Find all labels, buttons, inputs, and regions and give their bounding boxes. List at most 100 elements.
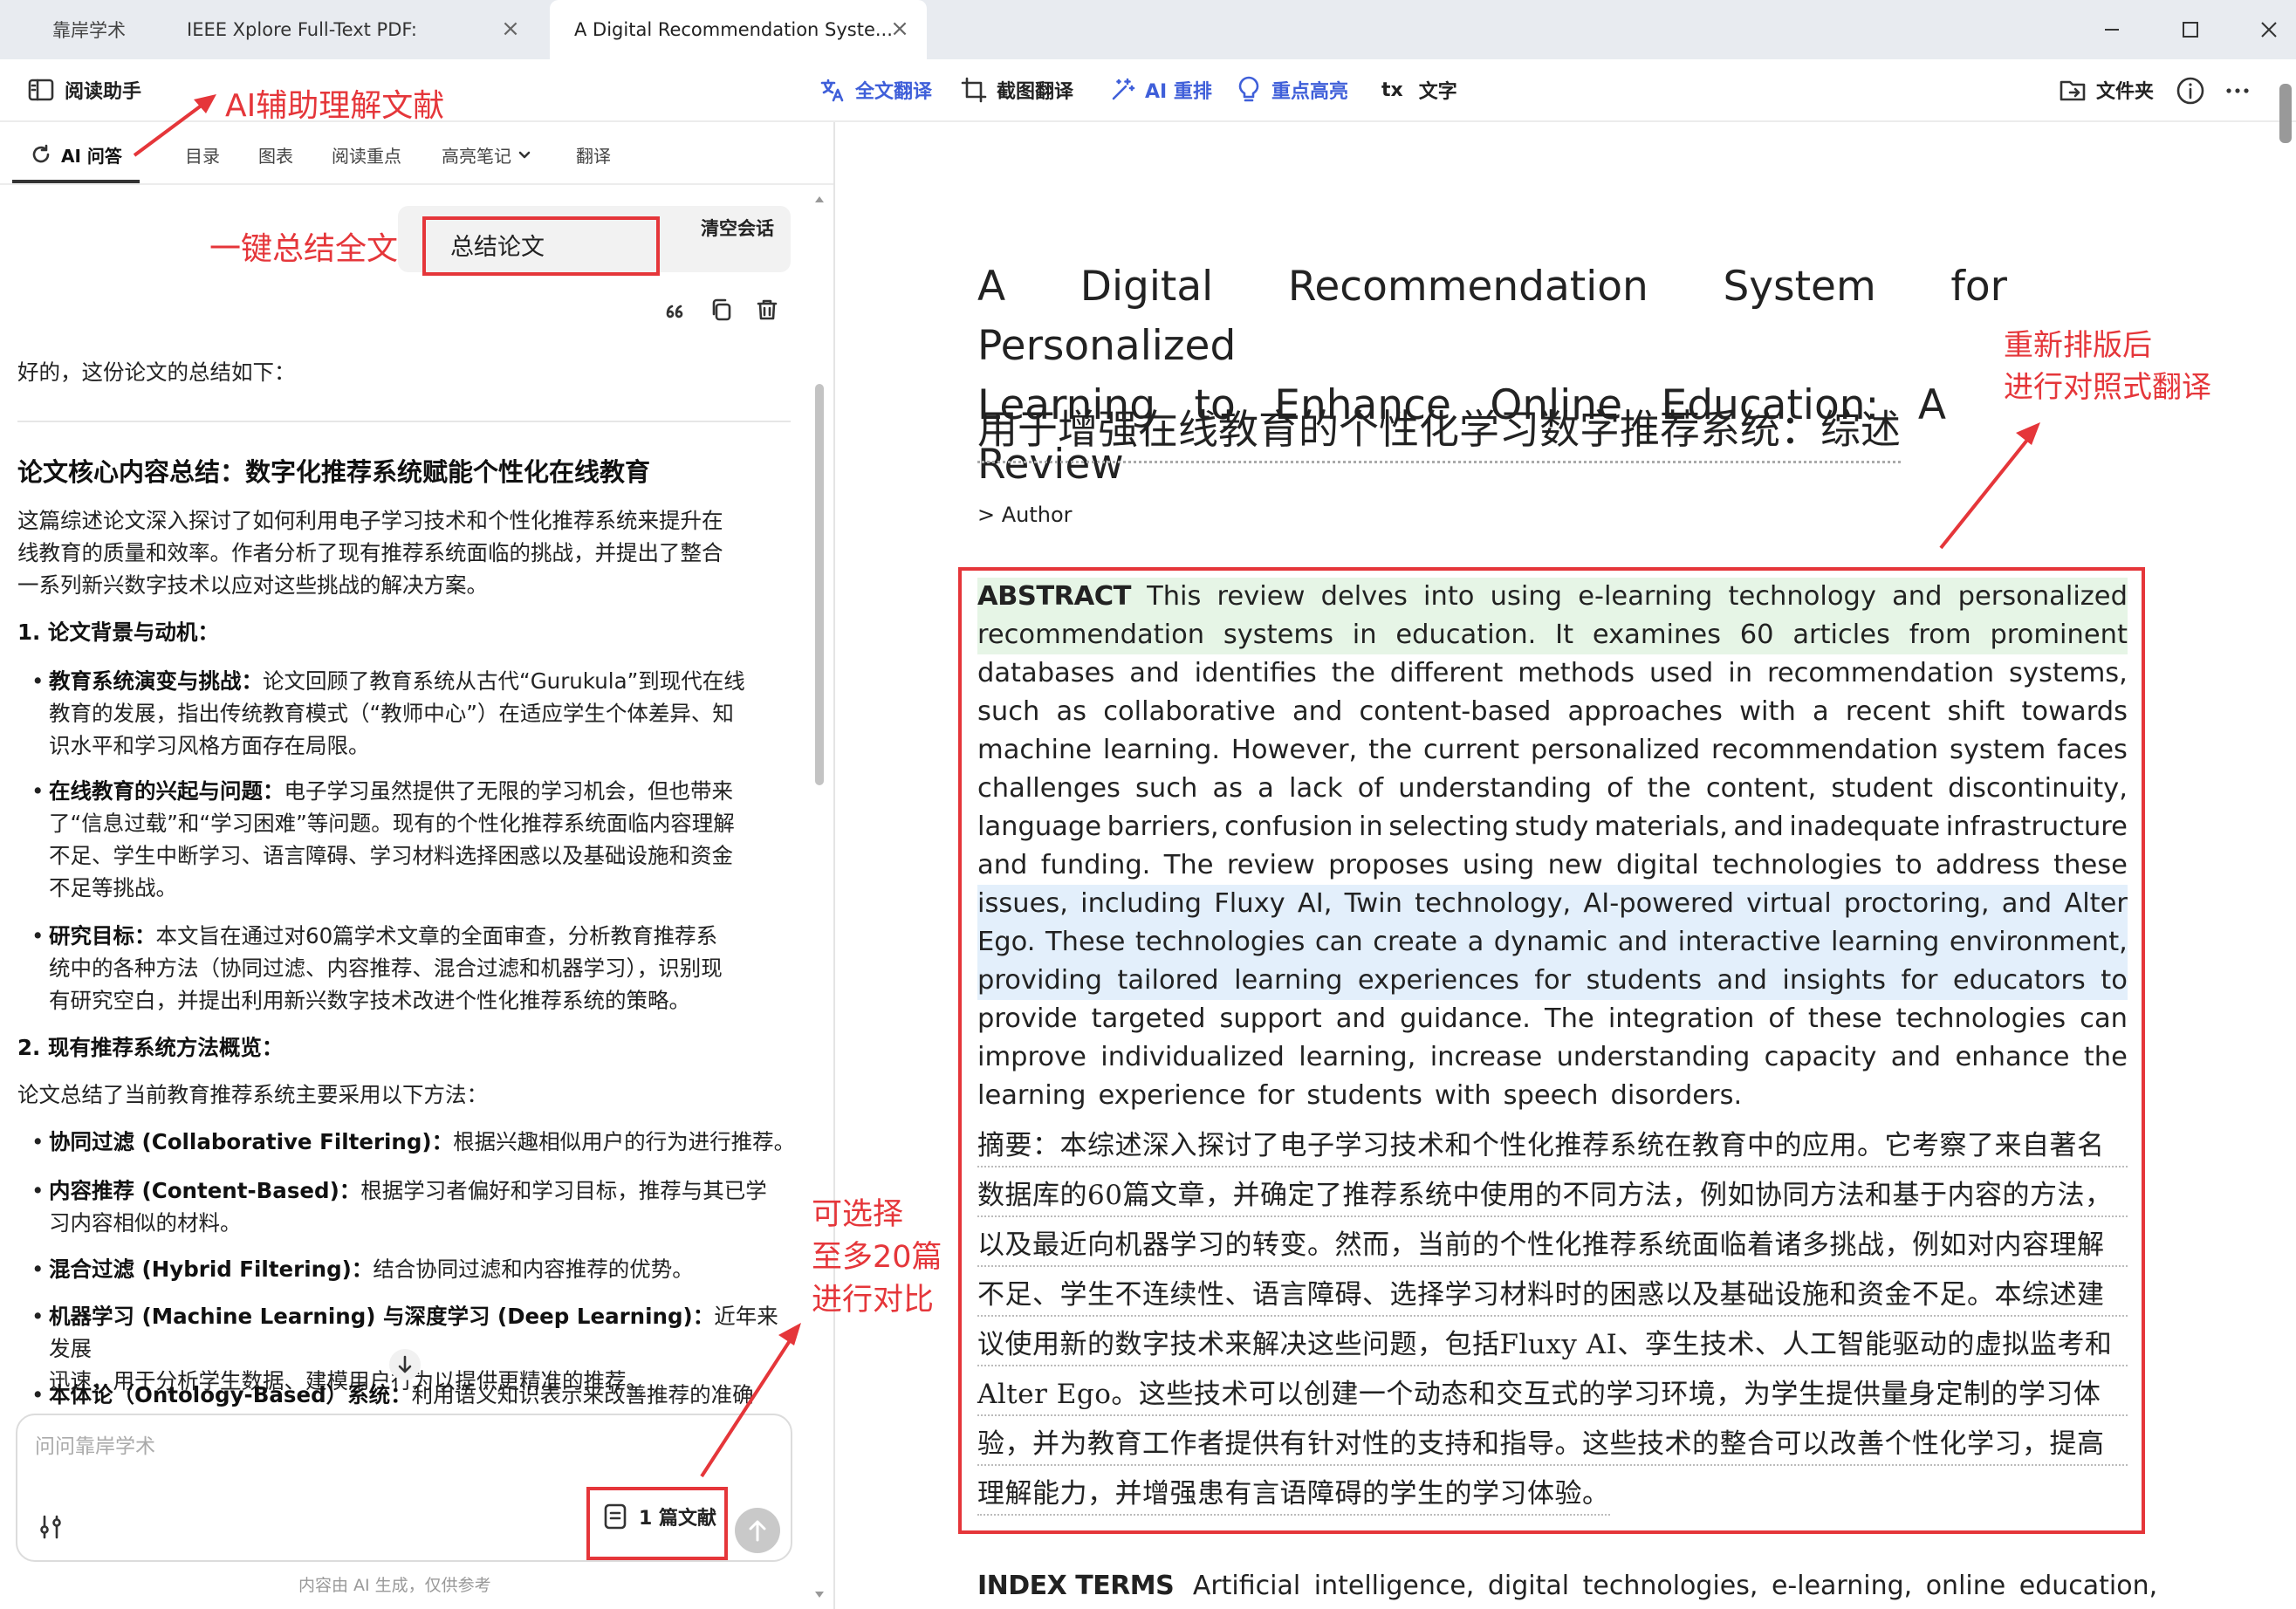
abstract-line: Ego. These technologies can create a dynamic an… [977,923,2128,962]
close-window-icon[interactable] [2251,12,2286,47]
abstract-word: technology [1728,581,1876,612]
folder-export-icon [2060,80,2086,101]
index-terms-text: Artificial intelligence, digital technol… [1192,1571,2158,1601]
abstract-line: learning experience for students with speech d… [977,1077,2128,1115]
tab-kaoan[interactable]: 靠岸学术 [52,0,148,59]
abstract-word: and [2001,888,2053,919]
translate-icon [820,79,844,102]
abstract-line: such as collaborative and content-based appro… [977,693,2128,731]
abstract-word: content, [1705,773,1817,804]
quote-icon[interactable] [661,297,689,325]
text-line: 有研究空白，并提出利用新兴数字技术改进个性化推荐系统的策略。 [49,988,690,1013]
abstract-word: as [1212,773,1244,804]
bullet-title: 协同过滤 (Collaborative Filtering)： [49,1129,454,1154]
settings-sliders-icon[interactable] [35,1511,66,1543]
delete-icon[interactable] [754,297,780,323]
document-scrollbar[interactable] [2279,84,2292,143]
screenshot-translate-label: 截图翻译 [997,81,1074,103]
maximize-icon[interactable] [2173,12,2208,47]
clear-chat-button[interactable]: 清空会话 [689,206,785,250]
minimize-icon[interactable] [2094,12,2129,47]
scroll-down-icon[interactable] [387,1347,422,1382]
info-icon[interactable] [2175,75,2206,106]
full-translate-button[interactable]: 全文翻译 [819,59,932,120]
abstract-word: proposes [1328,850,1450,880]
scroll-up-arrow-icon[interactable] [813,194,826,204]
abstract-word: capacity [1764,1042,1877,1072]
text-button[interactable]: tx 文字 [1381,59,1457,120]
abstract-word: the [1647,773,1691,804]
abstract-word: personalized [1957,581,2128,612]
section-heading: 2. 现有推荐系统方法概览： [17,1035,284,1060]
refresh-chat-icon [32,144,50,163]
text-line: 识水平和学习风格方面存在局限。 [49,733,370,758]
abstract-line: improve individualized learning, increase un… [977,1038,2128,1077]
bullet-title: 机器学习 (Machine Learning) 与深度学习 (Deep Lear… [49,1304,715,1329]
abstract-word: increase [1429,1042,1543,1072]
send-button[interactable] [735,1508,780,1553]
abstract-word: as [1056,696,1087,727]
abstract-word: the [1368,735,1413,765]
copy-icon[interactable] [709,297,735,323]
author-toggle[interactable]: > Author [977,503,1073,527]
tab-translate[interactable]: 翻译 [576,136,611,173]
tab-ieee-pdf[interactable]: IEEE Xplore Full-Text PDF: [187,0,518,59]
abstract-word: discontinuity, [1948,773,2128,804]
abstract-line: databases and identifies the different method… [977,654,2128,693]
more-icon[interactable] [2222,75,2253,106]
scroll-down-arrow-icon[interactable] [813,1590,826,1600]
screenshot-translate-button[interactable]: 截图翻译 [960,59,1073,120]
divider [17,421,791,422]
tab-charts[interactable]: 图表 [258,136,293,173]
abstract-word: from [1909,620,1971,650]
close-icon[interactable]: × [497,16,524,42]
text-line: 不足、学生中断学习、语言障碍、学习材料选择困惑以及基础设施和资金 [49,843,733,868]
abstract-word: of [1768,1003,1794,1034]
chat-scrollbar[interactable] [815,384,824,785]
tab-ai-qa-label: AI 问答 [61,145,122,167]
abstract-word: to [1895,850,1922,880]
text-format-icon: tx [1381,79,1403,101]
bullet-title: 混合过滤 (Hybrid Filtering)： [49,1256,374,1282]
abstract-word: articles [1792,620,1890,650]
sidebar-panel-icon [28,79,54,101]
folder-button[interactable]: 文件夹 [2058,59,2154,120]
section-heading: 1. 论文背景与动机： [17,620,219,645]
bullet-title: 本体论（Ontology-Based）系统： [49,1382,412,1407]
abstract-translation-line: 议使用新的数字技术来解决这些问题，包括Fluxy AI、孪生技术、人工智能驱动的… [977,1325,2128,1366]
tab-key-points[interactable]: 阅读重点 [332,136,401,173]
text-line: 根据兴趣相似用户的行为进行推荐。 [453,1129,796,1154]
tab-translate-label: 翻译 [576,145,611,167]
abstract-word: and [1733,811,1784,842]
abstract-translation-line: Alter Ego。这些技术可以创建一个动态和交互式的学习环境，为学生提供量身定… [977,1374,2128,1416]
abstract-word: systems [1223,620,1333,650]
text-line: 结合协同过滤和内容推荐的优势。 [373,1256,694,1282]
ai-reflow-button[interactable]: AI 重排 [1108,59,1212,120]
abstract-line: recommendation systems in education. It exami… [977,616,2128,654]
text-line: 习内容相似的材料。 [49,1210,242,1236]
abstract-translation-line: 理解能力，并增强患有言语障碍的学生的学习体验。 [977,1474,1610,1516]
abstract-word: infrastructure [1945,811,2128,842]
abstract-translation-line: 数据库的60篇文章，并确定了推荐系统中使用的不同方法，例如协同方法和基于内容的方… [977,1175,2128,1217]
abstract-word: These [1045,927,1126,957]
highlight-button[interactable]: 重点高亮 [1235,59,1348,120]
tab-notes-label: 高亮笔记 [442,145,511,167]
abstract-word: virtual [1746,888,1832,919]
abstract-word: disorders. [1610,1080,1743,1111]
abstract-word: inadequate [1789,811,1941,842]
abstract-word: lack [1288,773,1343,804]
abstract-word: approaches [1567,696,1723,727]
abstract-word: study [1514,811,1589,842]
abstract-word: The [1163,850,1214,880]
abstract-word: and [1292,696,1343,727]
tab-digital-recommendation[interactable]: A Digital Recommendation Syste... [550,0,927,59]
tab-highlight-notes[interactable]: 高亮笔记 [442,136,532,173]
abstract-word: systems, [2009,658,2128,688]
abstract-word: learning. [1102,735,1221,765]
chat-input-placeholder[interactable]: 问问靠岸学术 [35,1429,155,1459]
abstract-word: student [1831,773,1934,804]
close-icon[interactable]: × [887,16,913,42]
abstract-word: shift [1947,696,2005,727]
tab-ai-qa[interactable]: AI 问答 [30,136,122,173]
abstract-word: students [1306,1080,1422,1111]
